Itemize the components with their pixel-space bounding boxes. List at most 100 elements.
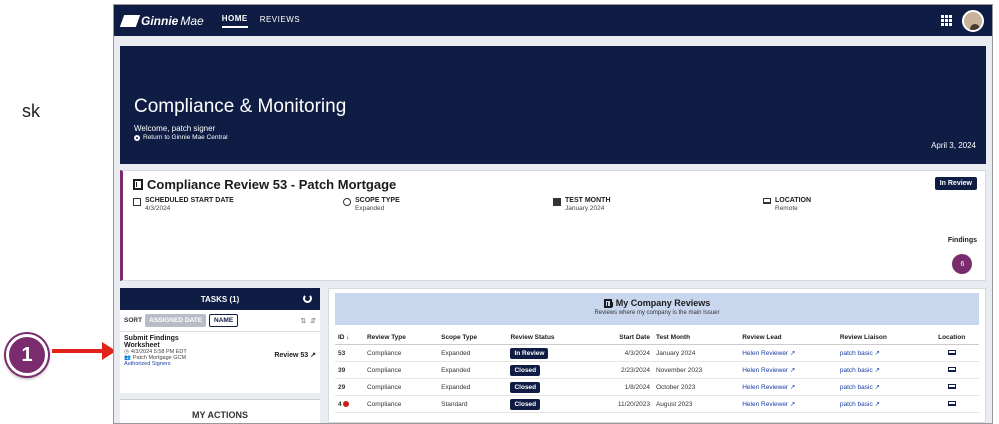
callout-arrow xyxy=(52,342,116,360)
alert-icon xyxy=(342,400,349,407)
meta-value: Remote xyxy=(775,205,798,212)
task-item[interactable]: Submit Findings Worksheet ◷ 4/3/2024 5:58… xyxy=(120,332,320,393)
company-reviews-panel: My Company Reviews Reviews where my comp… xyxy=(328,288,986,423)
sort-descending-icon[interactable]: ⇵ xyxy=(310,317,316,325)
cell-start-date: 11/20/2023 xyxy=(590,395,653,413)
col-id[interactable]: ID ↓ xyxy=(335,331,364,345)
calendar-icon xyxy=(553,198,561,206)
ginnie-mae-logo[interactable]: Ginnie Mae xyxy=(119,13,204,28)
return-link[interactable]: Return to Ginnie Mae Central xyxy=(134,134,972,141)
meta-location: LOCATION Remote xyxy=(763,197,973,212)
col-review-liaison: Review Liaison xyxy=(836,331,925,345)
meta-label: LOCATION xyxy=(775,197,812,204)
tasks-header: TASKS (1) xyxy=(120,288,320,310)
table-row[interactable]: 39 Compliance Expanded Closed 2/23/2024 … xyxy=(335,361,979,379)
nav-reviews[interactable]: REVIEWS xyxy=(260,15,300,27)
sort-ascending-icon[interactable]: ⇅ xyxy=(300,317,306,325)
welcome-text: Welcome, patch signer xyxy=(134,124,216,133)
laptop-icon xyxy=(763,198,771,204)
sort-label: SORT xyxy=(124,317,143,324)
apps-grid-icon[interactable] xyxy=(941,15,952,26)
cell-review-lead-link[interactable]: Helen Reviewer ↗ xyxy=(739,378,837,396)
table-row[interactable]: 4 Compliance Standard Closed 11/20/2023 … xyxy=(335,395,979,413)
cell-test-month: August 2023 xyxy=(652,395,740,413)
laptop-icon xyxy=(947,366,956,372)
bottom-panels: TASKS (1) SORT ASSIGNED DATE NAME ⇅ ⇵ Su… xyxy=(120,288,986,423)
cell-start-date: 4/3/2024 xyxy=(590,344,653,362)
meta-label: SCOPE TYPE xyxy=(355,197,400,204)
search-icon xyxy=(343,198,351,206)
cell-id: 4 xyxy=(338,400,342,408)
col-start-date: Start Date xyxy=(590,331,653,345)
laptop-icon xyxy=(947,383,956,389)
table-row[interactable]: 53 Compliance Expanded In Review 4/3/202… xyxy=(335,344,979,362)
cell-id: 53 xyxy=(335,344,364,362)
meta-label: SCHEDULED START DATE xyxy=(145,197,234,204)
task-review-link[interactable]: Review 53 ↗ xyxy=(274,351,316,359)
cell-review-lead-link[interactable]: Helen Reviewer ↗ xyxy=(739,395,837,413)
col-location: Location xyxy=(924,331,979,345)
cell-type: Compliance xyxy=(363,344,439,362)
cell-start-date: 2/23/2024 xyxy=(590,361,653,379)
review-meta: SCHEDULED START DATE 4/3/2024 SCOPE TYPE E… xyxy=(133,197,975,212)
building-icon xyxy=(133,179,143,190)
refresh-icon[interactable] xyxy=(303,294,312,303)
meta-value: January 2024 xyxy=(565,205,605,212)
cell-scope: Expanded xyxy=(438,378,508,396)
cell-status-badge: In Review xyxy=(510,347,549,359)
col-test-month: Test Month xyxy=(652,331,740,345)
col-review-lead: Review Lead xyxy=(739,331,837,345)
page-title: Compliance & Monitoring xyxy=(134,96,347,117)
sort-bar: SORT ASSIGNED DATE NAME ⇅ ⇵ xyxy=(120,310,320,332)
logo-suffix: Mae xyxy=(180,13,204,28)
meta-start-date: SCHEDULED START DATE 4/3/2024 xyxy=(133,197,343,212)
cell-status-badge: Closed xyxy=(510,381,541,393)
cell-review-lead-link[interactable]: Helen Reviewer ↗ xyxy=(739,344,837,362)
task-title-line1: Submit Findings xyxy=(124,335,179,342)
my-actions-header: MY ACTIONS xyxy=(120,399,320,423)
findings-label: Findings xyxy=(947,237,977,244)
meta-value: 4/3/2024 xyxy=(145,205,171,212)
table-row[interactable]: 29 Compliance Expanded Closed 1/8/2024 O… xyxy=(335,378,979,396)
cell-review-liaison-link[interactable]: patch basic ↗ xyxy=(836,378,925,396)
meta-label: TEST MONTH xyxy=(565,197,611,204)
cell-type: Compliance xyxy=(363,395,439,413)
review-summary-card: Compliance Review 53 - Patch Mortgage In… xyxy=(120,170,986,281)
cell-review-liaison-link[interactable]: patch basic ↗ xyxy=(836,395,925,413)
cell-status-badge: Closed xyxy=(510,398,541,410)
findings-summary: Findings 6 xyxy=(948,237,977,274)
sort-assigned-date-button[interactable]: ASSIGNED DATE xyxy=(145,314,207,327)
cell-test-month: January 2024 xyxy=(652,344,740,362)
meta-test-month: TEST MONTH January 2024 xyxy=(553,197,763,212)
sort-name-button[interactable]: NAME xyxy=(209,314,239,327)
current-date: April 3, 2024 xyxy=(931,141,976,150)
company-reviews-table: ID ↓ Review Type Scope Type Review Statu… xyxy=(335,331,979,413)
review-title: Compliance Review 53 - Patch Mortgage xyxy=(133,177,975,192)
cell-type: Compliance xyxy=(363,361,439,379)
meta-scope-type: SCOPE TYPE Expanded xyxy=(343,197,553,212)
company-reviews-subtitle: Reviews where my company is the main Iss… xyxy=(594,310,720,316)
cell-review-liaison-link[interactable]: patch basic ↗ xyxy=(836,344,925,362)
cell-status-badge: Closed xyxy=(510,364,541,376)
cell-test-month: October 2023 xyxy=(652,378,740,396)
company-reviews-title: My Company Reviews xyxy=(615,298,711,308)
building-icon xyxy=(603,298,613,308)
task-auth-group: Authorized Signers xyxy=(124,361,171,367)
top-navbar: Ginnie Mae HOME REVIEWS xyxy=(114,5,992,36)
user-avatar[interactable] xyxy=(962,9,984,32)
cell-scope: Expanded xyxy=(438,361,508,379)
task-title-line2: Worksheet xyxy=(124,342,160,349)
nav-home[interactable]: HOME xyxy=(221,14,248,28)
cell-review-lead-link[interactable]: Helen Reviewer ↗ xyxy=(739,361,837,379)
findings-count-button[interactable]: 6 xyxy=(952,254,973,274)
cell-review-liaison-link[interactable]: patch basic ↗ xyxy=(836,361,925,379)
tasks-panel: TASKS (1) SORT ASSIGNED DATE NAME ⇅ ⇵ Su… xyxy=(120,288,320,423)
app-window: Ginnie Mae HOME REVIEWS Compliance & Mon… xyxy=(113,4,993,424)
status-badge: In Review xyxy=(934,177,977,190)
cell-scope: Standard xyxy=(438,395,508,413)
cell-start-date: 1/8/2024 xyxy=(590,378,653,396)
logo-mark-icon xyxy=(119,14,141,27)
return-link-label: Return to Ginnie Mae Central xyxy=(143,134,228,141)
cell-type: Compliance xyxy=(363,378,439,396)
return-circle-icon xyxy=(134,134,140,141)
